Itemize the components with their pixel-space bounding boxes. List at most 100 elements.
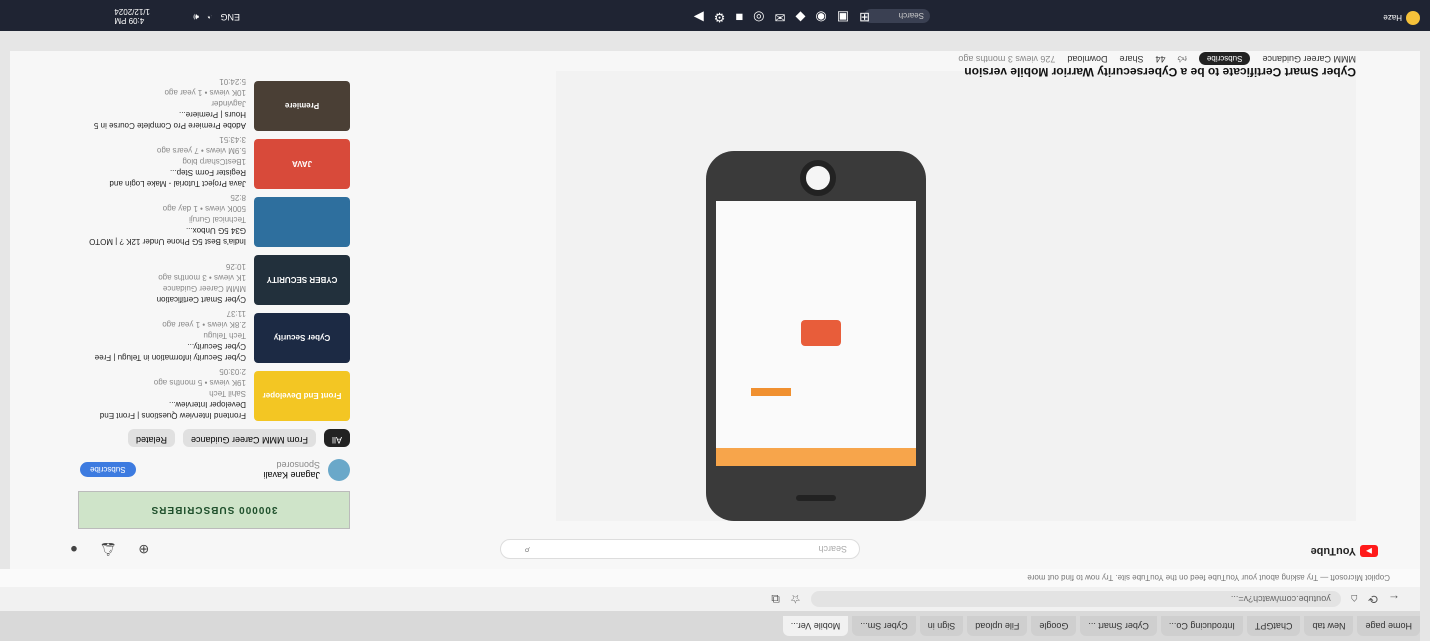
taskbar-search[interactable]: Search	[864, 9, 930, 23]
sponsor-name: Jagane Kavali	[263, 470, 320, 480]
mail-icon[interactable]: ✉	[775, 9, 786, 25]
related-meta: 1K views • 3 months ago	[158, 273, 246, 282]
youtube-wordmark: YouTube	[1310, 545, 1356, 557]
related-channel[interactable]: Technical Guruji	[86, 214, 246, 225]
files-icon[interactable]: ▣	[837, 9, 849, 25]
phone-mockup	[706, 151, 926, 521]
related-thumbnail[interactable]: JAVA	[254, 139, 350, 189]
related-channel[interactable]: Sahil Tech	[86, 388, 246, 399]
related-channel[interactable]: 1BestCsharp blog	[86, 156, 246, 167]
extensions-icon[interactable]: ⧉	[771, 592, 780, 607]
browser-tab[interactable]: Cyber Smart ...	[1080, 616, 1157, 636]
browser-tab[interactable]: File upload	[967, 616, 1028, 636]
browser-tab[interactable]: Google	[1031, 616, 1077, 636]
home-icon[interactable]: ⌂	[1351, 592, 1358, 606]
related-video[interactable]: Front End Developer Frontend Interview Qu…	[80, 367, 350, 421]
related-thumbnail[interactable]	[254, 197, 350, 247]
download-button[interactable]: Download	[1067, 54, 1107, 64]
subscribe-button[interactable]: Subscribe	[1198, 52, 1251, 66]
create-icon[interactable]: ⊕	[138, 541, 149, 557]
browser-tab[interactable]: Home page	[1357, 616, 1420, 636]
notifications-icon[interactable]: 🔔︎	[100, 541, 117, 557]
related-title[interactable]: India's Best 5G Phone Under 12K ? | MOTO…	[86, 225, 246, 247]
related-title[interactable]: Frontend Interview Questions | Front End…	[86, 399, 246, 421]
related-meta: 10K views • 1 year ago	[164, 88, 246, 97]
browser-tab[interactable]: Sign in	[919, 616, 964, 636]
related-meta: 5.9M views • 7 years ago	[156, 146, 246, 155]
related-video[interactable]: CYBER SECURITY Cyber Smart Certification M…	[80, 255, 350, 305]
browser-tab[interactable]: New tab	[1304, 616, 1354, 636]
related-info: Cyber Smart Certification MMM Career Guid…	[86, 255, 246, 305]
browser-tab[interactable]: Introducing Co...	[1160, 616, 1243, 636]
address-bar[interactable]: youtube.com/watch?v=...	[810, 591, 1341, 607]
browser-tabstrip: Home page New tab ChatGPT Introducing Co...…	[0, 611, 1420, 641]
clock-date: 1/12/2024	[114, 7, 150, 16]
phone-speaker	[796, 495, 836, 501]
related-title[interactable]: Cyber Smart Certification	[86, 294, 246, 305]
clock-time: 4:09 PM	[114, 16, 145, 25]
browser-tab[interactable]: Mobile Ver...	[782, 616, 849, 636]
lang-label[interactable]: ENG	[220, 11, 240, 22]
weather-widget[interactable]: Haze	[1383, 11, 1420, 25]
youtube-page: ▶ YouTube Search ⌕ ⊕ 🔔︎ ● Cyber Smart Ce…	[10, 51, 1420, 569]
youtube-logo[interactable]: ▶ YouTube	[1311, 545, 1378, 557]
related-thumbnail[interactable]: Front End Developer	[254, 371, 350, 421]
related-channel[interactable]: MMM Career Guidance	[86, 283, 246, 294]
taskbar-apps: ⊞ ▣ ◉ ◆ ✉ ◎ ■ ⚙ ▶	[694, 9, 870, 25]
related-duration: 5:24:01	[219, 77, 246, 86]
weather-icon	[1406, 11, 1420, 25]
avatar[interactable]: ●	[70, 541, 78, 557]
browser-tab[interactable]: Cyber Sm...	[852, 616, 916, 636]
search-icon[interactable]: ⌕	[524, 543, 530, 556]
search-input[interactable]: Search	[500, 539, 860, 559]
share-button[interactable]: Share	[1119, 54, 1143, 64]
store-icon[interactable]: ◆	[795, 9, 805, 25]
related-duration: 8:25	[230, 193, 246, 202]
copilot-infobar: Copilot Microsoft — Try asking about you…	[0, 569, 1420, 587]
ad-banner[interactable]: 300000 SUBSCRIBERS	[78, 491, 350, 529]
related-title[interactable]: Cyber Security information in Telugu | F…	[86, 341, 246, 363]
sponsor-subscribe-button[interactable]: Subscribe	[80, 462, 136, 478]
channel-name[interactable]: MMM Career Guidance	[1262, 54, 1356, 64]
like-icon[interactable]: 👍︎	[1177, 54, 1186, 65]
filter-chips: All From MMM Career Guidance Related	[80, 429, 350, 447]
sponsored-row: Jagane Kavali Sponsored Subscribe	[80, 455, 350, 485]
start-icon[interactable]: ⊞	[859, 9, 870, 25]
edge-icon[interactable]: ◉	[815, 9, 826, 25]
related-channel[interactable]: Tech Telugu	[86, 330, 246, 341]
sponsor-tag: Sponsored	[276, 460, 320, 470]
settings-icon[interactable]: ⚙	[714, 9, 726, 25]
weather-label: Haze	[1383, 13, 1402, 23]
media-icon[interactable]: ▶	[694, 9, 704, 25]
related-thumbnail[interactable]: Premiere	[254, 81, 350, 131]
related-thumbnail[interactable]: CYBER SECURITY	[254, 255, 350, 305]
related-video[interactable]: Cyber Security Cyber Security information…	[80, 309, 350, 363]
filter-chip[interactable]: From MMM Career Guidance	[182, 429, 316, 447]
browser-tab[interactable]: ChatGPT	[1246, 616, 1301, 636]
favorite-icon[interactable]: ☆	[790, 592, 801, 606]
related-title[interactable]: Java Project Tutorial - Make Login and R…	[86, 167, 246, 189]
volume-icon[interactable]: 🔊︎	[193, 11, 199, 22]
header-actions: ⊕ 🔔︎ ●	[70, 541, 149, 557]
related-video[interactable]: India's Best 5G Phone Under 12K ? | MOTO…	[80, 193, 350, 247]
filter-chip[interactable]: Related	[127, 429, 175, 447]
related-title[interactable]: Adobe Premiere Pro Complete Course in 5 …	[86, 109, 246, 131]
youtube-play-icon: ▶	[1360, 545, 1378, 557]
clock[interactable]: 4:09 PM 1/12/2024	[114, 7, 150, 25]
folder-icon[interactable]: ■	[735, 9, 743, 25]
refresh-icon[interactable]: ⟳	[1368, 592, 1378, 606]
phone-screen	[716, 201, 916, 466]
related-meta: 500K views • 1 day ago	[162, 204, 246, 213]
related-video[interactable]: JAVA Java Project Tutorial - Make Login a…	[80, 135, 350, 189]
back-icon[interactable]: ←	[1388, 592, 1400, 606]
related-sidebar: 300000 SUBSCRIBERS Jagane Kavali Sponsor…	[20, 59, 350, 529]
filter-chip[interactable]: All	[323, 429, 350, 447]
browser-toolbar: ← ⟳ ⌂ youtube.com/watch?v=... ☆ ⧉	[0, 587, 1420, 611]
related-thumbnail[interactable]: Cyber Security	[254, 313, 350, 363]
chrome-icon[interactable]: ◎	[753, 9, 764, 25]
related-channel[interactable]: Jagvinder	[86, 98, 246, 109]
video-player[interactable]	[556, 71, 1356, 521]
wifi-icon[interactable]: ◔	[207, 11, 212, 22]
related-video[interactable]: Premiere Adobe Premiere Pro Complete Cour…	[80, 77, 350, 131]
related-duration: 11:37	[226, 309, 246, 318]
